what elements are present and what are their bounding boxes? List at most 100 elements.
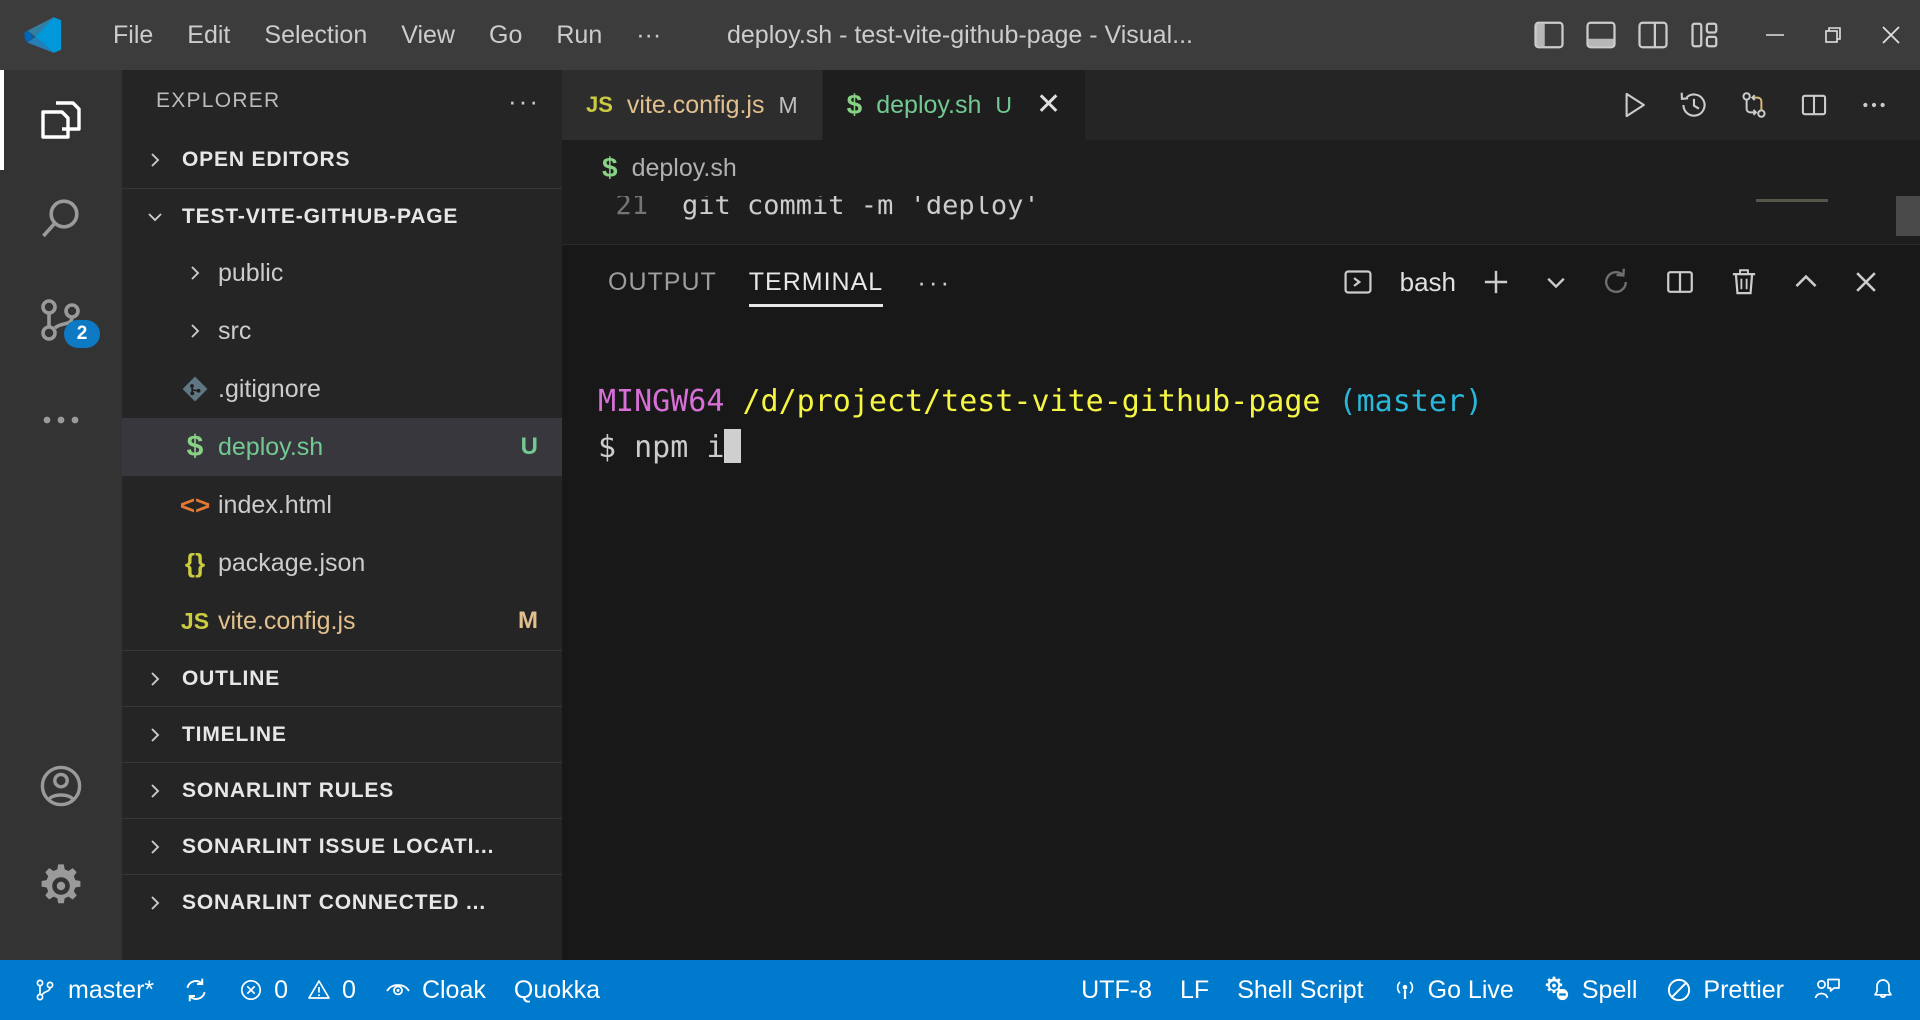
menu-view[interactable]: View	[384, 15, 472, 56]
menu-more-icon[interactable]: ···	[619, 15, 678, 56]
activitybar-more-icon[interactable]	[0, 370, 122, 470]
panel-tab-output[interactable]: OUTPUT	[592, 245, 733, 319]
status-language-label: Shell Script	[1237, 975, 1364, 1004]
minimize-button[interactable]	[1746, 0, 1804, 70]
tab-deploy-sh[interactable]: $ deploy.sh U ✕	[822, 70, 1087, 140]
file-tree-item-gitignore[interactable]: .gitignore	[122, 360, 562, 418]
terminal-command-line: $ npm i	[598, 425, 1920, 471]
json-icon: {}	[184, 547, 206, 578]
terminal-content[interactable]: MINGW64 /d/project/test-vite-github-page…	[562, 319, 1920, 960]
shell-icon: $	[186, 430, 204, 463]
status-eol[interactable]: LF	[1166, 960, 1223, 1020]
status-sync[interactable]	[168, 960, 224, 1020]
menu-edit[interactable]: Edit	[170, 15, 247, 56]
file-tree-item-deploy-sh[interactable]: $ deploy.sh U	[122, 418, 562, 476]
sidebar-title: EXPLORER	[156, 89, 281, 112]
editor-scrollbar-thumb[interactable]	[1896, 196, 1920, 236]
status-branch[interactable]: master*	[18, 960, 168, 1020]
terminal-rerun-icon[interactable]	[1586, 253, 1646, 311]
terminal-prompt-symbol: $	[598, 430, 617, 465]
sidebar-section-sonarlint-rules[interactable]: SONARLINT RULES	[122, 762, 562, 818]
activity-bar: 2	[0, 70, 122, 960]
chevron-right-icon	[138, 886, 172, 920]
status-encoding[interactable]: UTF-8	[1067, 960, 1166, 1020]
sidebar-section-sonarlint-connected-mode[interactable]: SONARLINT CONNECTED ...	[122, 874, 562, 930]
minimap[interactable]	[1756, 196, 1896, 236]
status-prettier[interactable]: Prettier	[1651, 960, 1798, 1020]
activitybar-source-control[interactable]: 2	[0, 270, 122, 370]
panel-more-tabs-icon[interactable]: ···	[899, 267, 970, 298]
chevron-right-icon	[138, 830, 172, 864]
sidebar-section-sonarlint-issue-locations[interactable]: SONARLINT ISSUE LOCATI...	[122, 818, 562, 874]
status-notifications[interactable]	[1856, 960, 1910, 1020]
activitybar-explorer[interactable]	[0, 70, 122, 170]
sidebar-section-timeline[interactable]: TIMELINE	[122, 706, 562, 762]
sidebar-more-actions-icon[interactable]: ···	[508, 86, 540, 117]
file-tree-item-index-html[interactable]: <> index.html	[122, 476, 562, 534]
toggle-primary-sidebar-icon[interactable]	[1526, 12, 1572, 58]
sync-icon	[182, 976, 210, 1004]
tab-status-badge: U	[995, 91, 1013, 118]
split-terminal-icon[interactable]	[1650, 253, 1710, 311]
tab-close-icon[interactable]: ✕	[1036, 90, 1061, 120]
warning-icon	[306, 977, 332, 1003]
js-icon: JS	[586, 92, 613, 117]
menu-bar: File Edit Selection View Go Run ···	[96, 15, 678, 56]
status-eol-label: LF	[1180, 975, 1210, 1004]
activitybar-search[interactable]	[0, 170, 122, 270]
breadcrumb-label: deploy.sh	[631, 153, 737, 182]
editor-actions	[1608, 70, 1920, 140]
file-tree-item-src[interactable]: src	[122, 302, 562, 360]
sidebar-section-label: SONARLINT RULES	[182, 778, 395, 802]
split-editor-icon[interactable]	[1788, 79, 1840, 131]
eye-icon	[384, 977, 412, 1003]
activitybar-accounts[interactable]	[0, 736, 122, 836]
file-tree-item-vite-config-js[interactable]: JS vite.config.js M	[122, 592, 562, 650]
maximize-button[interactable]	[1804, 0, 1862, 70]
git-compare-icon[interactable]	[1728, 79, 1780, 131]
new-terminal-icon[interactable]	[1466, 253, 1526, 311]
terminal-dropdown-icon[interactable]	[1530, 253, 1582, 311]
customize-layout-icon[interactable]	[1682, 12, 1728, 58]
status-quokka[interactable]: Quokka	[500, 960, 614, 1020]
terminal-cursor	[724, 429, 742, 463]
toggle-panel-icon[interactable]	[1578, 12, 1624, 58]
run-script-icon[interactable]	[1608, 79, 1660, 131]
status-live-share[interactable]	[1798, 960, 1856, 1020]
sidebar-section-label: SONARLINT CONNECTED ...	[182, 890, 486, 914]
status-problems[interactable]: 0 0	[224, 960, 370, 1020]
vscode-logo-icon	[12, 13, 74, 57]
breadcrumb[interactable]: $ deploy.sh	[562, 140, 1920, 196]
menu-go[interactable]: Go	[472, 15, 539, 56]
status-bar: master* 0 0 Cloak Quokka UTF-8 LF Shell …	[0, 960, 1920, 1020]
status-spell-label: Spell	[1581, 975, 1638, 1004]
title-bar: File Edit Selection View Go Run ··· depl…	[0, 0, 1920, 70]
tab-vite-config-js[interactable]: JS vite.config.js M	[562, 70, 823, 140]
terminal-shell-selector-icon[interactable]	[1328, 253, 1388, 311]
file-status-badge: U	[520, 433, 538, 460]
file-name: index.html	[218, 490, 332, 519]
sidebar-section-outline[interactable]: OUTLINE	[122, 650, 562, 706]
close-button[interactable]	[1862, 0, 1920, 70]
file-tree-item-public[interactable]: public	[122, 244, 562, 302]
menu-file[interactable]: File	[96, 15, 170, 56]
activitybar-settings[interactable]	[0, 836, 122, 936]
menu-selection[interactable]: Selection	[247, 15, 384, 56]
sidebar-section-label: TEST-VITE-GITHUB-PAGE	[182, 204, 459, 228]
menu-run[interactable]: Run	[539, 15, 619, 56]
sidebar-section-folder-root[interactable]: TEST-VITE-GITHUB-PAGE	[122, 188, 562, 244]
status-language-mode[interactable]: Shell Script	[1223, 960, 1377, 1020]
editor-more-actions-icon[interactable]	[1848, 79, 1900, 131]
status-cloak[interactable]: Cloak	[370, 960, 500, 1020]
git-icon	[172, 374, 218, 404]
status-spell[interactable]: Spell	[1528, 960, 1652, 1020]
timeline-history-icon[interactable]	[1668, 79, 1720, 131]
file-tree-item-package-json[interactable]: {} package.json	[122, 534, 562, 592]
sidebar-section-open-editors[interactable]: OPEN EDITORS	[122, 132, 562, 188]
close-panel-icon[interactable]	[1838, 253, 1894, 311]
status-go-live[interactable]: Go Live	[1378, 960, 1528, 1020]
toggle-secondary-sidebar-icon[interactable]	[1630, 12, 1676, 58]
maximize-panel-icon[interactable]	[1778, 253, 1834, 311]
kill-terminal-icon[interactable]	[1714, 253, 1774, 311]
panel-tab-terminal[interactable]: TERMINAL	[733, 245, 899, 319]
